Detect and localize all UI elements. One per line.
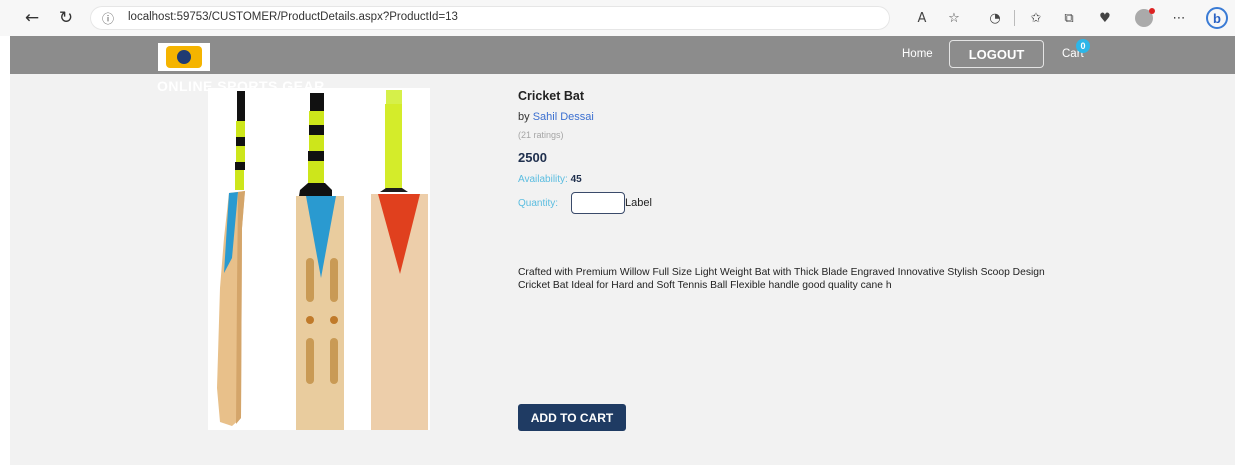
collections-icon[interactable]: ⧉ xyxy=(1060,9,1078,27)
bing-copilot-icon[interactable]: b xyxy=(1206,7,1228,29)
product-byline: by Sahil Dessai xyxy=(518,111,594,123)
page-viewport: Home LOGOUT Cart 0 ONLINE SPORTS GEAR Cr… xyxy=(10,36,1235,465)
quantity-input[interactable] xyxy=(571,192,625,214)
add-to-cart-button[interactable]: ADD TO CART xyxy=(518,404,626,431)
byline-prefix: by xyxy=(518,111,530,123)
product-ratings: (21 ratings) xyxy=(518,130,564,140)
product-image xyxy=(208,88,430,430)
back-icon[interactable]: ← xyxy=(22,8,42,28)
favorites-icon[interactable]: ✩ xyxy=(1027,9,1045,27)
extensions-icon[interactable]: ◔ xyxy=(986,9,1004,27)
browser-essentials-icon[interactable]: ♥ xyxy=(1096,9,1114,27)
toolbar-separator xyxy=(1014,10,1015,26)
brand-text: ONLINE SPORTS GEAR xyxy=(157,78,325,94)
logout-button[interactable]: LOGOUT xyxy=(949,40,1044,68)
read-aloud-icon[interactable]: A xyxy=(913,9,931,27)
profile-avatar-icon[interactable] xyxy=(1135,8,1155,27)
site-logo[interactable] xyxy=(158,43,210,71)
notification-dot xyxy=(1149,8,1155,14)
availability-value: 45 xyxy=(570,174,582,185)
sports-logo-icon xyxy=(166,46,202,68)
product-description: Crafted with Premium Willow Full Size Li… xyxy=(518,267,1045,291)
availability: Availability: 45 xyxy=(518,174,582,185)
bat-front-view xyxy=(371,90,428,430)
quantity-label: Quantity: xyxy=(518,198,559,209)
more-options-icon[interactable]: ⋯ xyxy=(1170,9,1188,27)
address-url[interactable]: localhost:59753/CUSTOMER/ProductDetails.… xyxy=(128,11,458,23)
author-link[interactable]: Sahil Dessai xyxy=(533,111,594,123)
bat-side-view xyxy=(217,91,245,426)
address-bar[interactable]: ⓘ localhost:59753/CUSTOMER/ProductDetail… xyxy=(90,6,890,30)
site-header: Home LOGOUT Cart 0 xyxy=(10,36,1235,74)
cart-count-badge: 0 xyxy=(1076,39,1090,53)
favorite-star-icon[interactable]: ☆ xyxy=(945,9,963,27)
bat-back-view xyxy=(296,93,344,430)
product-title: Cricket Bat xyxy=(518,89,584,103)
availability-label: Availability: xyxy=(518,174,568,185)
quantity-suffix-label: Label xyxy=(625,197,652,209)
nav-home-link[interactable]: Home xyxy=(902,48,933,60)
product-price: 2500 xyxy=(518,150,547,165)
browser-toolbar: ← ↻ ⓘ localhost:59753/CUSTOMER/ProductDe… xyxy=(0,0,1235,36)
cricket-bat-image xyxy=(217,90,428,430)
refresh-icon[interactable]: ↻ xyxy=(56,8,76,28)
info-icon[interactable]: ⓘ xyxy=(102,10,114,27)
